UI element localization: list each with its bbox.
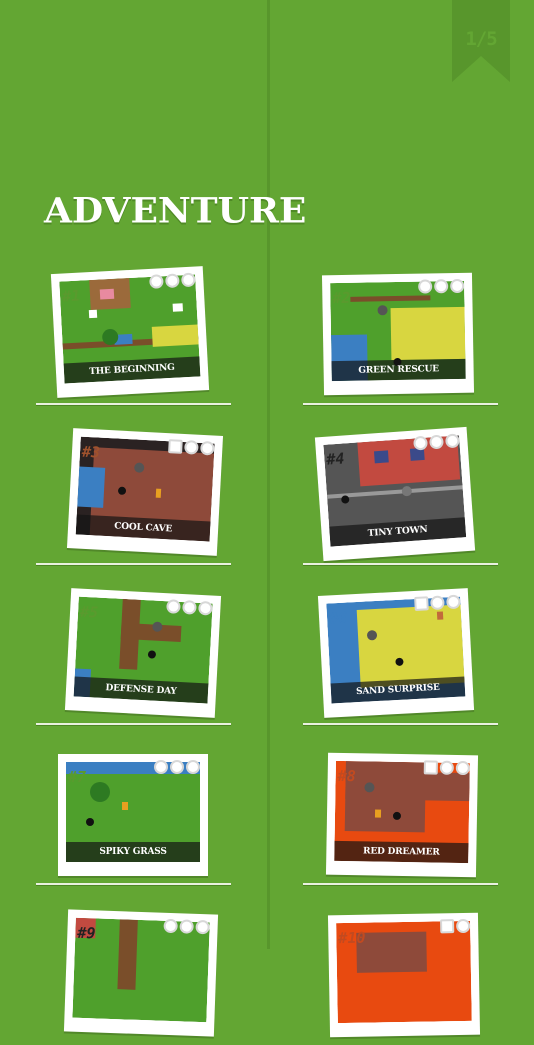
objective-icons [418,278,465,294]
center-divider [267,0,270,949]
tree-icon [149,274,164,289]
blocked-icon [440,919,455,934]
level-card-10[interactable]: #10 [303,890,498,1045]
page-title: ADVENTURE [44,191,307,231]
level-preview: SAND SURPRISE [326,596,466,704]
objective-icons [166,599,213,616]
paw-icon [444,433,460,449]
objective-icons [423,760,470,776]
page-indicator: 1/5 [452,0,510,82]
objective-icons [154,760,200,774]
shelf-line [303,723,498,725]
level-card-1[interactable]: THE BEGINNING #1 [36,250,231,405]
shelf-line [36,403,231,405]
objective-icons [168,439,215,456]
level-number: #2 [332,288,351,308]
level-card-7[interactable]: SPIKY GRASS #7 [36,730,231,885]
level-preview: GREEN RESCUE [330,280,466,382]
level-card-5[interactable]: DEFENSE DAY #5 [36,570,231,725]
paw-icon [446,594,461,610]
objective-icons [163,918,210,935]
level-name: SPIKY GRASS [66,842,200,862]
paw-icon [198,600,213,616]
tree-icon [413,435,428,451]
ring-icon [170,760,184,774]
level-card-2[interactable]: GREEN RESCUE #2 [303,250,498,405]
tree-icon [166,599,181,614]
level-number: #1 [61,286,81,306]
ring-icon [179,919,194,934]
shelf-line [303,563,498,565]
level-number: #7 [68,768,87,786]
paw-icon [455,760,470,776]
paw-icon [200,440,215,456]
tree-icon [163,918,178,934]
level-card-4[interactable]: TINY TOWN #4 [303,410,498,565]
level-number: #3 [81,442,101,462]
level-number: #5 [79,602,99,622]
tree-icon [154,760,168,774]
shelf-line [36,563,231,565]
ring-icon [434,279,449,294]
level-preview: TINY TOWN [323,435,467,547]
page-indicator-text: 1/5 [465,28,497,50]
ring-icon [429,434,444,450]
level-preview: THE BEGINNING [59,274,201,384]
level-card-8[interactable]: RED DREAMER #8 [303,730,498,885]
paw-icon [456,918,471,934]
level-card-9[interactable]: #9 [36,890,231,1045]
level-number: #10 [338,928,366,948]
level-preview: SPIKY GRASS [66,762,200,862]
tree-icon [418,279,433,294]
objective-icons [414,594,461,611]
paw-icon [195,919,210,935]
level-number: #8 [337,766,356,786]
ring-icon [184,440,199,455]
level-name: GREEN RESCUE [331,358,466,382]
objective-icons [149,272,196,289]
paw-icon [186,760,200,774]
blocked-icon [423,760,438,775]
shelf-line [36,883,231,885]
ring-icon [430,595,445,611]
paw-icon [180,272,196,288]
level-number: #9 [77,923,96,943]
ring-icon [182,600,197,615]
ring-icon [439,760,454,775]
level-card-6[interactable]: SAND SURPRISE #6 [303,570,498,725]
shelf-line [36,723,231,725]
level-number: #6 [328,608,348,628]
shelf-line [303,403,498,405]
ring-icon [165,273,180,289]
blocked-icon [168,439,183,454]
level-card-3[interactable]: COOL CAVE #3 [36,410,231,565]
level-name: RED DREAMER [334,840,469,864]
blocked-icon [414,596,429,611]
level-number: #4 [325,449,346,469]
objective-icons [440,918,471,934]
paw-icon [450,278,465,294]
shelf-line [303,883,498,885]
